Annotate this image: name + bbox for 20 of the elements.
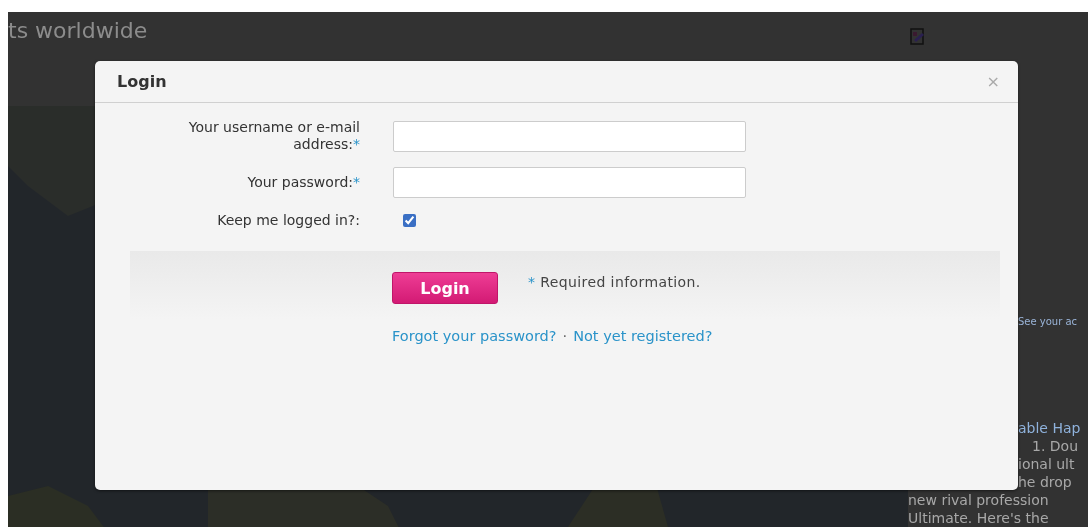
- article-text: Ultimate. Here's the: [908, 509, 1049, 527]
- article-text: new rival profession: [908, 491, 1049, 509]
- page-heading: ts worldwide: [8, 18, 148, 43]
- link[interactable]: Forgot your password?: [392, 328, 557, 344]
- field-label: Keep me logged in?:: [216, 212, 360, 229]
- link-separator: ·: [562, 328, 568, 344]
- article-text: 1. Dou: [1032, 437, 1079, 455]
- field-label: Your password:*: [246, 174, 360, 191]
- username-field[interactable]: [393, 120, 746, 152]
- article-text: he drop: [1018, 473, 1072, 491]
- required-note: * Required information.: [528, 273, 701, 290]
- login-button[interactable]: Login: [392, 272, 498, 304]
- article-title[interactable]: able Hap: [1018, 419, 1081, 437]
- field-label: Your username or e-mail address:*: [187, 119, 360, 153]
- side-note[interactable]: See your ac: [1018, 316, 1078, 327]
- checkbox[interactable]: [403, 214, 416, 227]
- dialog-title: Login: [117, 72, 167, 91]
- link[interactable]: Not yet registered?: [573, 328, 713, 344]
- password-field[interactable]: [393, 167, 746, 198]
- article-text: ional ult: [1018, 455, 1075, 473]
